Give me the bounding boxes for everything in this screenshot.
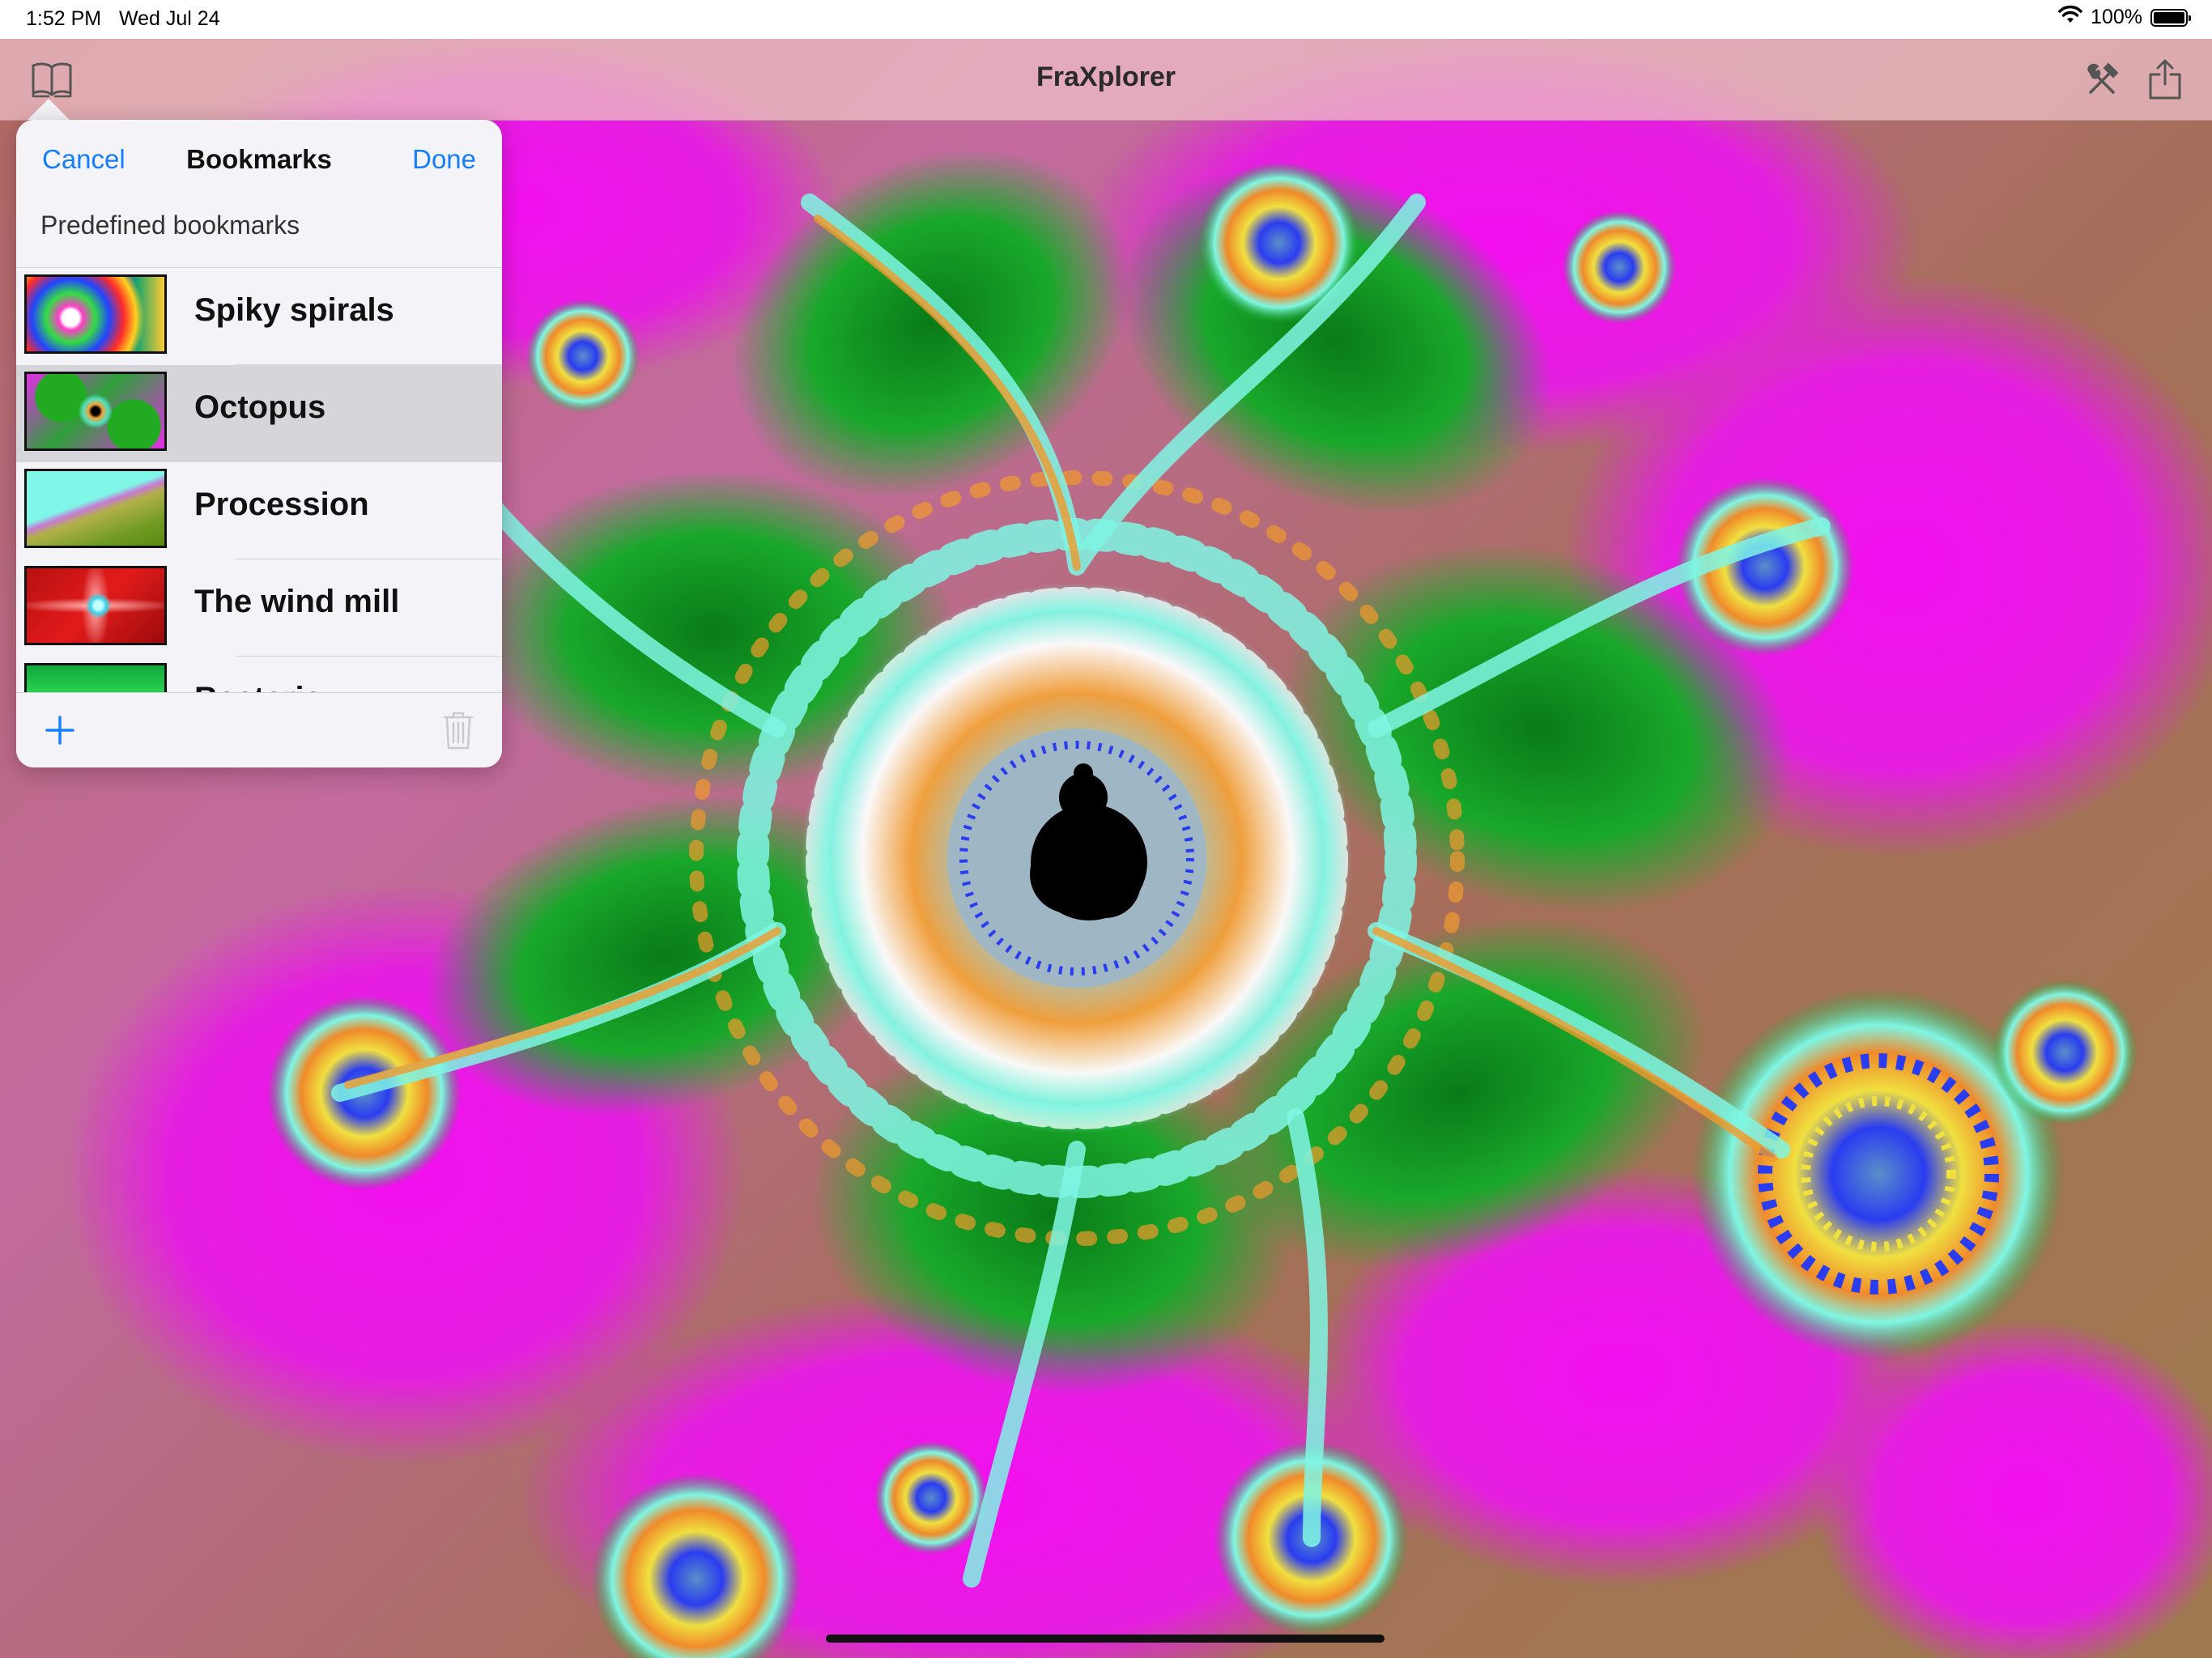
bookmark-row-procession[interactable]: Procession	[16, 462, 502, 559]
status-time: 1:52 PM	[26, 7, 102, 30]
home-indicator[interactable]	[826, 1635, 1385, 1643]
status-date: Wed Jul 24	[119, 7, 220, 30]
plus-icon[interactable]	[40, 711, 79, 750]
trash-icon[interactable]	[439, 709, 478, 751]
popover-toolbar	[16, 692, 502, 767]
bookmark-label: Procession	[194, 487, 369, 522]
wifi-icon	[2058, 5, 2082, 30]
battery-icon	[2150, 8, 2191, 27]
bookmark-label: Octopus	[194, 389, 326, 425]
status-bar: 1:52 PM Wed Jul 24 100%	[0, 0, 2212, 39]
popover-header: Cancel Bookmarks Done	[16, 120, 502, 201]
bookmark-row-spiky-spirals[interactable]: Spiky spirals	[16, 268, 502, 365]
app-screen: 1:52 PM Wed Jul 24 100% FraXplorer Cance…	[0, 0, 2212, 1658]
bookmark-label: The wind mill	[194, 584, 400, 619]
popover-arrow	[28, 99, 70, 120]
status-indicators: 100%	[2058, 5, 2191, 30]
bookmark-thumbnail	[24, 566, 167, 645]
bookmark-row-octopus[interactable]: Octopus	[16, 365, 502, 462]
navigation-bar: FraXplorer	[0, 39, 2212, 121]
done-button[interactable]: Done	[412, 144, 476, 175]
bookmark-thumbnail	[24, 469, 167, 548]
bookmarks-popover: Cancel Bookmarks Done Predefined bookmar…	[16, 120, 502, 767]
tools-icon[interactable]	[2079, 57, 2125, 102]
bookmark-thumbnail	[24, 372, 167, 451]
bookmark-thumbnail	[24, 274, 167, 354]
share-icon[interactable]	[2142, 57, 2188, 102]
bookmark-row-the-wind-mill[interactable]: The wind mill	[16, 559, 502, 657]
app-title: FraXplorer	[1036, 62, 1176, 92]
section-header: Predefined bookmarks	[40, 210, 300, 240]
bookmark-label: Spiky spirals	[194, 292, 394, 328]
battery-percentage: 100%	[2091, 6, 2142, 28]
